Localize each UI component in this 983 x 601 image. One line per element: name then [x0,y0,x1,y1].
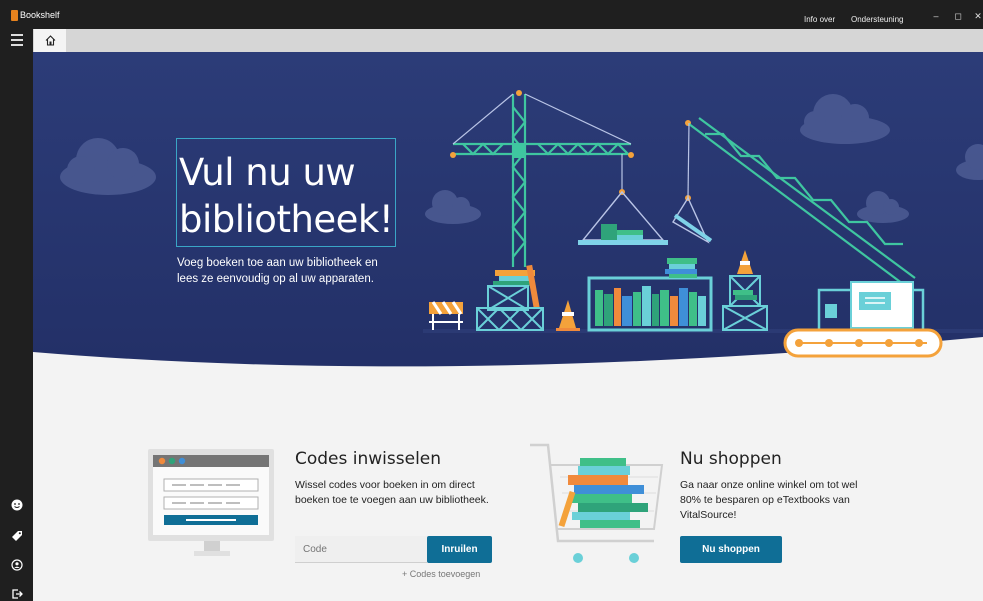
account-icon[interactable] [11,559,23,571]
close-button[interactable]: ✕ [971,11,983,22]
monitor-illustration [148,449,274,556]
shopping-cart-illustration [530,443,664,563]
smiley-icon[interactable] [11,499,23,511]
title-bar: Bookshelf Info over Ondersteuning – ◻ ✕ [0,0,983,29]
about-link[interactable]: Info over [804,15,835,24]
home-icon [45,35,56,46]
sign-out-icon[interactable] [11,588,23,600]
hamburger-icon[interactable] [11,34,23,49]
redeem-description: Wissel codes voor boeken in om direct bo… [295,479,489,506]
bookshelf-logo-icon [11,10,18,21]
home-tab[interactable] [34,29,66,52]
minimize-button[interactable]: – [929,11,943,21]
shop-description: Ga naar onze online winkel om tot wel 80… [680,479,858,521]
support-link[interactable]: Ondersteuning [851,15,903,24]
hero-subtitle: Voeg boeken toe aan uw bibliotheek en le… [177,257,378,285]
maximize-button[interactable]: ◻ [951,11,965,22]
hero-title: Vul nu uw bibliotheek! [179,149,419,243]
hero-title-line-2: bibliotheek! [179,198,394,241]
shop-title: Nu shoppen [680,449,782,469]
code-input[interactable] [295,536,427,563]
redeem-button[interactable]: Inruilen [427,536,492,563]
hero-title-line-1: Vul nu uw [179,151,356,194]
tag-icon[interactable] [11,530,23,542]
app-window: Bookshelf Info over Ondersteuning – ◻ ✕ [0,0,983,601]
cart-books [558,458,648,528]
app-title: Bookshelf [20,10,60,20]
tab-strip [33,29,983,52]
hero-banner: Vul nu uw bibliotheek! Voeg boeken toe a… [33,52,983,392]
left-rail [0,29,33,601]
redeem-title: Codes inwisselen [295,449,442,469]
shop-button[interactable]: Nu shoppen [680,536,782,563]
add-codes-link[interactable]: + Codes toevoegen [402,569,480,579]
